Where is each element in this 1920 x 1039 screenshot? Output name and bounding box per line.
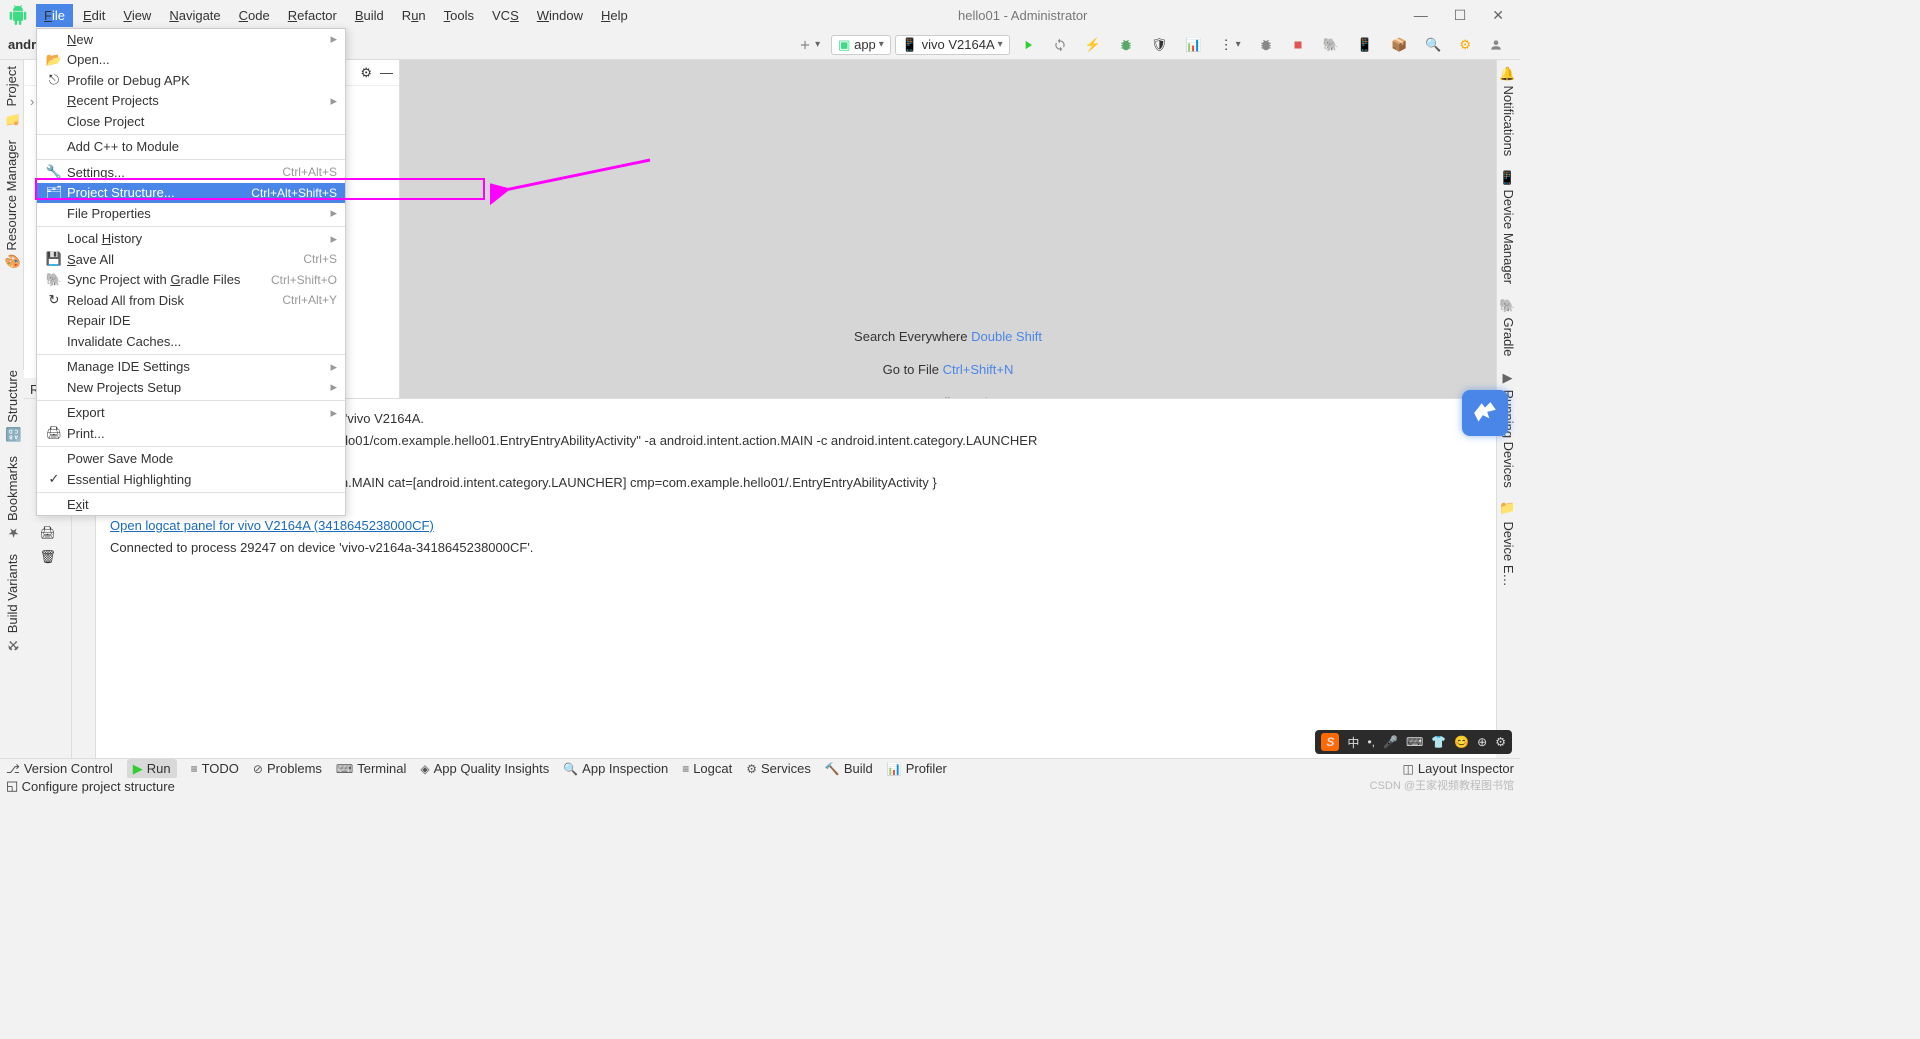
sidebar-build-variants[interactable]: ⚒ Build Variants <box>5 554 20 652</box>
file-menu: New▸ 📂Open... ⎋Profile or Debug APK Rece… <box>36 28 346 516</box>
menu-project-structure[interactable]: 🗂Project Structure...Ctrl+Alt+Shift+S <box>37 183 345 204</box>
proj-settings-icon[interactable]: ⚙ <box>360 65 372 81</box>
assistant-floating-button[interactable] <box>1462 390 1508 436</box>
sidebar-device-explorer[interactable]: 📁 Device E… <box>1501 502 1516 587</box>
sogou-icon[interactable]: S <box>1321 733 1339 751</box>
sidebar-resource-manager[interactable]: 🎨 Resource Manager <box>4 140 19 270</box>
clear-all-button[interactable]: 🗑 <box>40 549 56 565</box>
menubar: File Edit View Navigate Code Refactor Bu… <box>36 4 636 27</box>
sidebar-project[interactable]: 📁 Project <box>4 66 19 126</box>
bb-build[interactable]: 🔨 Build <box>825 761 873 776</box>
bb-services[interactable]: ⚙ Services <box>746 761 811 776</box>
menu-print[interactable]: 🖨Print... <box>37 423 345 444</box>
menu-recent-projects[interactable]: Recent Projects▸ <box>37 91 345 112</box>
annotation-arrow <box>490 155 660 215</box>
stop-button[interactable] <box>1284 35 1312 55</box>
debug-button[interactable] <box>1112 35 1140 55</box>
tool-window-toggle[interactable]: ◱ <box>6 778 18 794</box>
bb-run[interactable]: ▶ Run <box>127 759 177 779</box>
menu-code[interactable]: Code <box>231 4 278 27</box>
sdk-manager-button[interactable]: 📦 <box>1384 34 1414 56</box>
watermark: CSDN @王家视频教程图书馆 <box>1370 777 1514 793</box>
menu-file[interactable]: File <box>36 4 73 27</box>
breadcrumb: andr <box>8 37 36 52</box>
close-button[interactable]: ✕ <box>1488 5 1508 26</box>
sidebar-bookmarks[interactable]: ★ Bookmarks <box>5 456 20 540</box>
run-config-dropdown[interactable]: ▣ app <box>831 35 891 55</box>
apply-code-changes-button[interactable]: ⚡ <box>1078 34 1108 56</box>
menu-view[interactable]: View <box>115 4 159 27</box>
menu-refactor[interactable]: Refactor <box>280 4 345 27</box>
menu-open[interactable]: 📂Open... <box>37 50 345 71</box>
menu-add-cpp[interactable]: Add C++ to Module <box>37 137 345 158</box>
android-icon <box>8 5 28 25</box>
menu-local-history[interactable]: Local History▸ <box>37 229 345 250</box>
menu-repair-ide[interactable]: Repair IDE <box>37 311 345 332</box>
menu-power-save[interactable]: Power Save Mode <box>37 449 345 470</box>
menu-navigate[interactable]: Navigate <box>161 4 228 27</box>
left-tool-strip-lower: 🔠 Structure ★ Bookmarks ⚒ Build Variants <box>0 370 24 758</box>
menu-reload-disk[interactable]: ↻Reload All from DiskCtrl+Alt+Y <box>37 290 345 311</box>
menu-window[interactable]: Window <box>529 4 591 27</box>
menu-vcs[interactable]: VCS <box>484 4 527 27</box>
apply-changes-activity-button[interactable] <box>1046 35 1074 55</box>
minimize-button[interactable]: — <box>1410 5 1432 26</box>
attach-debugger-button[interactable] <box>1252 35 1280 55</box>
bb-logcat[interactable]: ≡ Logcat <box>682 761 732 776</box>
menu-exit[interactable]: Exit <box>37 495 345 516</box>
window-title: hello01 - Administrator <box>636 8 1410 23</box>
menu-settings[interactable]: 🔧Settings...Ctrl+Alt+S <box>37 162 345 183</box>
bb-profiler[interactable]: 📊 Profiler <box>887 761 947 776</box>
proj-hide-icon[interactable]: — <box>380 65 393 80</box>
menu-tools[interactable]: Tools <box>436 4 482 27</box>
menu-build[interactable]: Build <box>347 4 392 27</box>
menu-edit[interactable]: Edit <box>75 4 113 27</box>
menu-close-project[interactable]: Close Project <box>37 111 345 132</box>
sidebar-gradle[interactable]: 🐘 Gradle <box>1501 298 1516 357</box>
bottom-toolbar: ⎇ Version Control ▶ Run ≡ TODO ⊘ Problem… <box>0 758 1520 778</box>
device-dropdown[interactable]: 📱 vivo V2164A <box>895 35 1010 55</box>
bb-layout-inspector[interactable]: ◫ Layout Inspector <box>1403 761 1514 776</box>
add-config-button[interactable] <box>791 35 827 55</box>
menu-essential-highlighting[interactable]: ✓Essential Highlighting <box>37 469 345 490</box>
menu-manage-ide-settings[interactable]: Manage IDE Settings▸ <box>37 357 345 378</box>
print-output-button[interactable]: 🖨 <box>40 525 56 541</box>
bb-todo[interactable]: ≡ TODO <box>191 761 239 776</box>
search-everywhere-button[interactable]: 🔍 <box>1418 34 1448 56</box>
menu-help[interactable]: Help <box>593 4 636 27</box>
titlebar: File Edit View Navigate Code Refactor Bu… <box>0 0 1520 30</box>
menu-sync-gradle[interactable]: 🐘Sync Project with Gradle FilesCtrl+Shif… <box>37 270 345 291</box>
menu-profile-apk[interactable]: ⎋Profile or Debug APK <box>37 70 345 91</box>
bb-problems[interactable]: ⊘ Problems <box>253 761 322 776</box>
menu-new[interactable]: New▸ <box>37 29 345 50</box>
menu-run[interactable]: Run <box>394 4 434 27</box>
menu-invalidate-caches[interactable]: Invalidate Caches... <box>37 331 345 352</box>
maximize-button[interactable]: ☐ <box>1450 5 1471 26</box>
sidebar-notifications[interactable]: 🔔 Notifications <box>1501 66 1516 156</box>
sidebar-structure[interactable]: 🔠 Structure <box>5 370 20 442</box>
status-text: Configure project structure <box>22 779 175 794</box>
profile-button[interactable]: 📊 <box>1178 34 1208 56</box>
bb-terminal[interactable]: ⌨ Terminal <box>336 761 406 776</box>
avd-manager-button[interactable]: 📱 <box>1350 34 1380 56</box>
account-button[interactable] <box>1482 35 1510 55</box>
bb-app-inspection[interactable]: 🔍 App Inspection <box>563 761 668 776</box>
sidebar-device-manager[interactable]: 📱 Device Manager <box>1501 170 1516 284</box>
settings-button[interactable]: ⚙ <box>1452 34 1478 56</box>
more-run-button[interactable]: ⋮ <box>1213 34 1248 56</box>
menu-file-properties[interactable]: File Properties▸ <box>37 203 345 224</box>
window-controls: — ☐ ✕ <box>1410 5 1508 26</box>
bb-version-control[interactable]: ⎇ Version Control <box>6 761 113 776</box>
run-button[interactable] <box>1014 35 1042 55</box>
menu-new-projects-setup[interactable]: New Projects Setup▸ <box>37 377 345 398</box>
sync-gradle-button[interactable]: 🐘 <box>1316 34 1346 56</box>
menu-save-all[interactable]: 💾Save AllCtrl+S <box>37 249 345 270</box>
menu-export[interactable]: Export▸ <box>37 403 345 424</box>
open-logcat-link[interactable]: Open logcat panel for vivo V2164A (34186… <box>110 518 434 533</box>
bb-app-quality[interactable]: ◈ App Quality Insights <box>420 761 549 776</box>
status-bar: ◱ Configure project structure <box>0 778 1520 794</box>
ime-toolbar[interactable]: S中•,🎤⌨👕😊⊕⚙ <box>1315 730 1512 754</box>
coverage-button[interactable]: 🛡 <box>1144 34 1175 56</box>
